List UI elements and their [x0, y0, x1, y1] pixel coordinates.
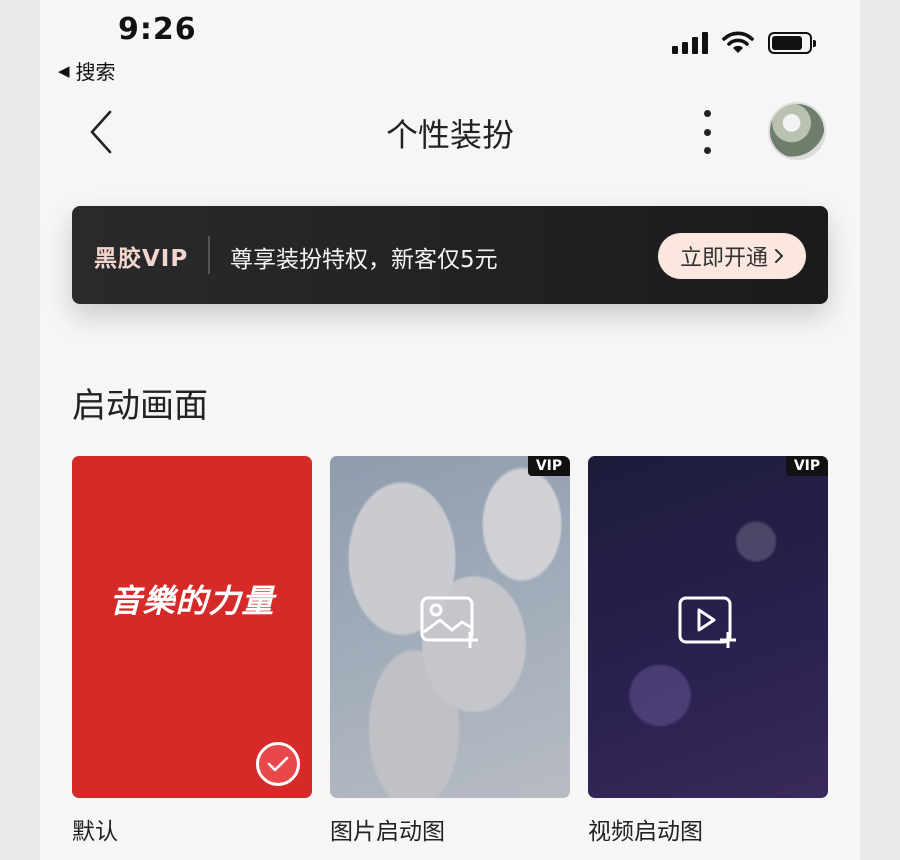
splash-card-image[interactable]: VIP	[330, 456, 570, 798]
status-icons	[672, 30, 816, 54]
vip-open-button[interactable]: 立即开通	[658, 233, 806, 279]
back-to-app-link[interactable]: ◀ 搜索	[58, 56, 116, 85]
vip-open-button-label: 立即开通	[679, 246, 768, 271]
wifi-icon	[722, 31, 754, 53]
battery-icon	[768, 32, 816, 54]
check-icon	[267, 756, 289, 772]
back-app-label: 搜索	[75, 60, 116, 84]
section-title: 启动画面	[72, 386, 208, 426]
page-title: 个性装扮	[385, 116, 514, 154]
status-time: 9:26	[118, 12, 197, 47]
banner-divider	[208, 236, 210, 274]
image-add-icon	[420, 596, 478, 648]
vip-promo-text: 尊享装扮特权，新客仅5元	[230, 247, 498, 273]
default-splash-slogan: 音樂的力量	[109, 582, 275, 620]
avatar[interactable]	[768, 102, 826, 160]
card-label-image: 图片启动图	[330, 819, 445, 845]
more-vertical-icon	[703, 110, 711, 117]
video-add-icon	[678, 596, 736, 648]
card-label-video: 视频启动图	[588, 819, 703, 845]
back-triangle-icon: ◀	[58, 61, 70, 80]
selected-check	[256, 742, 300, 786]
vip-badge: VIP	[786, 456, 828, 476]
phone-screen: 9:26 ◀ 搜索 个性装扮 黑胶VIP 尊享装扮特权，新客仅5元 立即开通 启…	[40, 0, 860, 860]
vip-logo: 黑胶VIP	[94, 246, 189, 272]
vip-banner[interactable]: 黑胶VIP 尊享装扮特权，新客仅5元 立即开通	[72, 206, 828, 304]
card-label-default: 默认	[72, 819, 118, 845]
more-button[interactable]	[692, 106, 722, 158]
chevron-right-icon	[775, 249, 783, 263]
vip-badge: VIP	[528, 456, 570, 476]
splash-card-default[interactable]: 音樂的力量	[72, 456, 312, 798]
cellular-signal-icon	[672, 30, 708, 54]
splash-card-video[interactable]: VIP	[588, 456, 828, 798]
